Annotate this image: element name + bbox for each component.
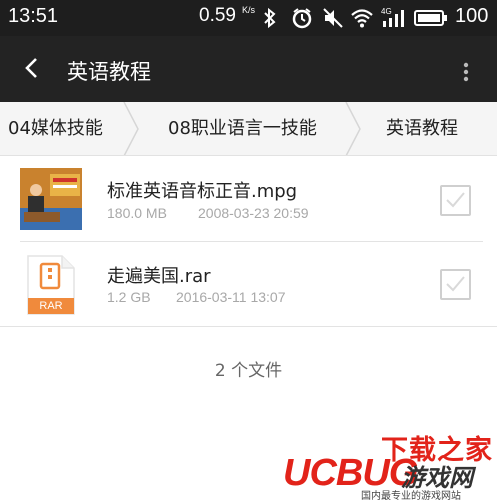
alarm-icon: [290, 6, 314, 30]
app-bar: 英语教程: [0, 36, 497, 102]
file-count: 2 个文件: [214, 361, 283, 381]
list-item[interactable]: 标准英语音标正音.mpg 180.0 MB 2008-03-23 20:59: [0, 157, 497, 242]
status-bar: 13:51 0.59 K/s 4G 100: [0, 0, 497, 36]
check-icon: [446, 276, 465, 292]
file-name: 走遍美国.rar: [107, 266, 211, 287]
watermark-bottom-text: 国内最专业的游戏网站: [361, 491, 461, 502]
more-options-button[interactable]: [452, 54, 480, 90]
file-size: 180.0 MB: [107, 205, 167, 221]
breadcrumb-item-language-skills[interactable]: 08职业语言一技能: [168, 102, 317, 155]
battery-icon: [414, 6, 448, 30]
wifi-icon: [350, 6, 374, 30]
rar-archive-icon: RAR: [24, 254, 78, 316]
rar-badge: RAR: [39, 300, 63, 312]
status-time: 13:51: [8, 5, 59, 27]
breadcrumb-item-media-skills[interactable]: 04媒体技能: [8, 102, 103, 155]
list-item[interactable]: RAR 走遍美国.rar 1.2 GB 2016-03-11 13:07: [0, 242, 497, 327]
select-checkbox[interactable]: [440, 269, 471, 300]
network-speed-unit: K/s: [242, 5, 256, 15]
breadcrumb-chevron-icon: [345, 102, 361, 155]
mute-icon: [322, 6, 344, 30]
back-button[interactable]: [14, 50, 50, 86]
watermark-logo: 下载之家 UCBUG 游戏网 国内最专业的游戏网站: [283, 428, 497, 503]
page-title: 英语教程: [67, 60, 151, 84]
signal-4g-icon: 4G: [381, 6, 408, 30]
breadcrumb: 04媒体技能 08职业语言一技能 英语教程: [0, 102, 497, 156]
check-icon: [446, 192, 465, 208]
more-vertical-icon: [463, 62, 469, 82]
breadcrumb-item-english-course[interactable]: 英语教程: [386, 102, 458, 155]
video-thumbnail-icon: [20, 168, 82, 230]
bluetooth-icon: [262, 6, 278, 30]
file-size: 1.2 GB: [107, 289, 151, 305]
file-name: 标准英语音标正音.mpg: [107, 181, 298, 202]
chevron-left-icon: [25, 58, 37, 78]
battery-level: 100: [455, 5, 489, 27]
file-date: 2016-03-11 13:07: [176, 289, 286, 305]
file-date: 2008-03-23 20:59: [198, 205, 309, 221]
breadcrumb-chevron-icon: [123, 102, 139, 155]
svg-text:4G: 4G: [381, 7, 392, 16]
network-speed: 0.59: [199, 5, 236, 26]
select-checkbox[interactable]: [440, 185, 471, 216]
divider: [0, 326, 497, 327]
